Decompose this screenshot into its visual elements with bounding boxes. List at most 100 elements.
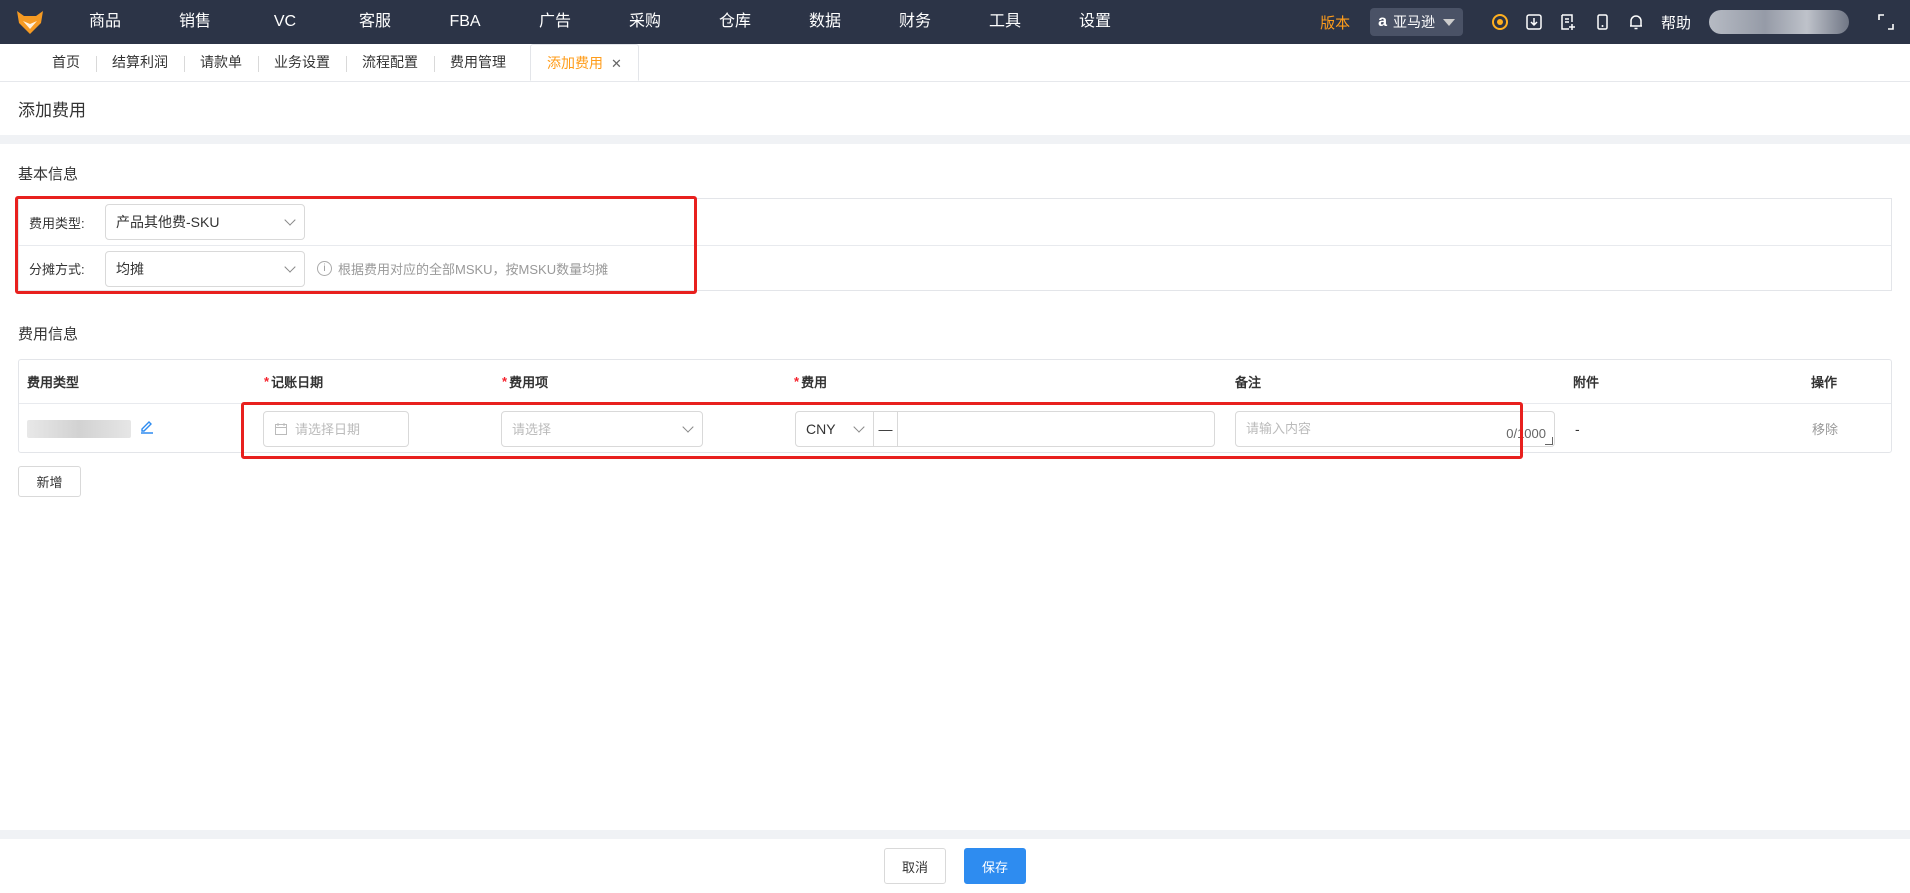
- chevron-down-icon: [284, 214, 296, 226]
- basic-info-title: 基本信息: [18, 166, 79, 183]
- top-nav-bar: 商品 销售 VC 客服 FBA 广告 采购 仓库 数据 财务 工具 设置 版本 a 亚马逊 帮助: [0, 0, 1910, 44]
- table-header-row: 费用类型 * 记账日期 * 费用项 * 费用 备注 附件 操作: [19, 360, 1891, 404]
- allocation-row: 分摊方式: 均摊 i 根据费用对应的全部MSKU，按MSKU数量均摊: [19, 245, 1891, 291]
- tab-item[interactable]: 费用管理: [434, 44, 522, 81]
- page-tabs: 首页 结算利润 请款单 业务设置 流程配置 费用管理 添加费用 ✕: [0, 44, 1910, 82]
- header-note: 备注: [1235, 375, 1262, 390]
- tab-item[interactable]: 结算利润: [96, 44, 184, 81]
- user-account-avatar[interactable]: [1709, 10, 1849, 34]
- header-item-label: 费用项: [509, 375, 549, 390]
- header-fee: * 费用: [794, 374, 828, 390]
- divider: [0, 135, 1910, 144]
- mobile-icon[interactable]: [1592, 12, 1612, 32]
- tab-label: 请款单: [200, 54, 242, 70]
- sign-toggle[interactable]: —: [874, 411, 898, 446]
- tab-label: 业务设置: [274, 54, 330, 70]
- allocation-select[interactable]: 均摊: [105, 250, 305, 287]
- date-picker[interactable]: 请选择日期: [263, 410, 409, 447]
- basic-info-form: 费用类型: 产品其他费-SKU 分摊方式: 均摊 i 根据费用对应的全部MSKU…: [18, 198, 1892, 291]
- notification-dot-icon[interactable]: [1490, 12, 1510, 32]
- currency-select[interactable]: CNY: [796, 411, 874, 446]
- nav-item[interactable]: 工具: [960, 0, 1050, 44]
- note-placeholder: 请输入内容: [1246, 420, 1312, 436]
- fee-type-blurred-value: [27, 419, 131, 438]
- allocation-value: 均摊: [116, 260, 144, 277]
- nav-item[interactable]: 广告: [510, 0, 600, 44]
- remove-row-button[interactable]: 移除: [1812, 419, 1838, 438]
- app-logo-icon[interactable]: [0, 0, 60, 44]
- help-link[interactable]: 帮助: [1661, 12, 1691, 33]
- version-link[interactable]: 版本: [1320, 12, 1350, 33]
- calendar-icon: [275, 422, 287, 435]
- cancel-button[interactable]: 取消: [884, 848, 946, 884]
- fee-type-row: 费用类型: 产品其他费-SKU: [19, 199, 1891, 245]
- fee-input-group: CNY —: [795, 410, 1215, 447]
- item-cell: 请选择: [501, 404, 703, 453]
- tab-label: 结算利润: [112, 54, 168, 70]
- task-list-icon[interactable]: [1558, 12, 1578, 32]
- tab-item[interactable]: 流程配置: [346, 44, 434, 81]
- header-attachment: 附件: [1573, 375, 1600, 390]
- resize-handle-icon[interactable]: [1545, 436, 1553, 445]
- divider: [0, 830, 1910, 839]
- nav-item[interactable]: 客服: [330, 0, 420, 44]
- table-row: 请选择日期 请选择 CNY — 请输入内容 0/1000 - 移除: [19, 404, 1891, 453]
- edit-icon[interactable]: [139, 419, 155, 438]
- note-textarea[interactable]: 请输入内容 0/1000: [1235, 410, 1555, 447]
- download-icon[interactable]: [1524, 12, 1544, 32]
- date-cell: 请选择日期: [263, 404, 409, 453]
- tab-item[interactable]: 请款单: [184, 44, 258, 81]
- nav-item[interactable]: 数据: [780, 0, 870, 44]
- nav-item[interactable]: 商品: [60, 0, 150, 44]
- store-selector-label: 亚马逊: [1392, 14, 1435, 30]
- allocation-label: 分摊方式:: [29, 262, 85, 277]
- fee-item-select[interactable]: 请选择: [501, 410, 703, 447]
- page-title: 添加费用: [18, 101, 86, 120]
- nav-item[interactable]: FBA: [420, 0, 510, 44]
- store-selector[interactable]: a 亚马逊: [1370, 8, 1463, 36]
- fee-type-cell: [27, 404, 155, 453]
- date-placeholder: 请选择日期: [295, 422, 361, 437]
- tab-item[interactable]: 首页: [36, 44, 96, 81]
- cost-table: 费用类型 * 记账日期 * 费用项 * 费用 备注 附件 操作 请选择日期 请选择: [18, 359, 1892, 453]
- header-item: * 费用项: [502, 374, 549, 390]
- remove-cell: 移除: [1812, 404, 1838, 453]
- header-action: 操作: [1811, 375, 1838, 390]
- close-icon[interactable]: ✕: [611, 56, 622, 71]
- chevron-down-icon: [682, 420, 694, 433]
- fee-item-placeholder: 请选择: [512, 422, 552, 437]
- fee-cell: CNY —: [795, 404, 1215, 453]
- nav-item[interactable]: 财务: [870, 0, 960, 44]
- fullscreen-icon[interactable]: [1876, 12, 1896, 32]
- nav-item[interactable]: 仓库: [690, 0, 780, 44]
- tab-item[interactable]: 添加费用 ✕: [530, 44, 639, 81]
- tab-label: 添加费用: [547, 55, 603, 71]
- allocation-hint: i 根据费用对应的全部MSKU，按MSKU数量均摊: [317, 259, 608, 278]
- header-date-label: 记账日期: [271, 375, 324, 390]
- currency-value: CNY: [806, 420, 836, 437]
- header-fee-label: 费用: [801, 375, 828, 390]
- bell-icon[interactable]: [1626, 12, 1646, 32]
- chevron-down-icon: [284, 260, 296, 273]
- header-fee-type: 费用类型: [27, 375, 80, 390]
- chevron-down-icon: [853, 420, 865, 433]
- add-row-button[interactable]: 新增: [18, 466, 81, 497]
- fee-type-select[interactable]: 产品其他费-SKU: [105, 204, 305, 240]
- note-cell: 请输入内容 0/1000: [1235, 404, 1555, 453]
- tab-label: 首页: [52, 54, 80, 70]
- allocation-hint-text: 根据费用对应的全部MSKU，按MSKU数量均摊: [338, 262, 609, 277]
- amazon-icon: a: [1378, 13, 1387, 30]
- info-icon: i: [317, 261, 332, 276]
- note-char-count: 0/1000: [1506, 425, 1546, 441]
- nav-item[interactable]: 设置: [1050, 0, 1140, 44]
- save-button[interactable]: 保存: [964, 848, 1026, 884]
- fee-amount-input[interactable]: [898, 412, 1214, 446]
- nav-item[interactable]: 销售: [150, 0, 240, 44]
- fee-type-label: 费用类型:: [29, 215, 85, 231]
- nav-item[interactable]: VC: [240, 0, 330, 44]
- tab-item[interactable]: 业务设置: [258, 44, 346, 81]
- footer-actions: 取消 保存: [0, 839, 1910, 893]
- nav-item[interactable]: 采购: [600, 0, 690, 44]
- header-date: * 记账日期: [264, 374, 324, 390]
- fee-type-value: 产品其他费-SKU: [116, 214, 220, 230]
